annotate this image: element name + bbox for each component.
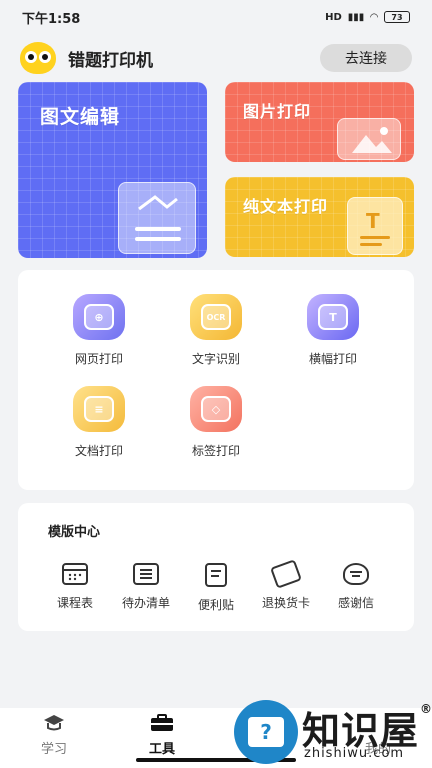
banner-text-icon: T	[307, 294, 359, 340]
tool-label-doc-print: 文档打印	[74, 444, 123, 458]
tag-icon: ◇	[190, 386, 242, 432]
banner-glyph: T	[318, 304, 348, 330]
tool-label-banner-print: 横幅打印	[308, 352, 357, 366]
watermark-site: zhishiwu.com	[304, 746, 405, 761]
tab-label-study: 学习	[40, 742, 67, 757]
card-title-edit: 图文编辑	[40, 106, 121, 128]
help-monitor-icon: ?	[234, 700, 298, 764]
template-thank-you[interactable]: 感谢信	[323, 563, 389, 611]
text-document-icon: T	[347, 197, 403, 255]
tab-tools[interactable]: 工具	[127, 714, 197, 757]
connect-button[interactable]: 去连接	[320, 44, 412, 72]
image-text-edit-card[interactable]: 图文编辑	[18, 82, 207, 258]
app-title: 错题打印机	[68, 50, 153, 71]
template-center-panel: 模版中心 课程表 待办清单 便利贴 退换货卡 感谢信	[18, 503, 414, 631]
tool-label-web-print: 网页打印	[74, 352, 123, 366]
tab-label-tools: 工具	[148, 742, 175, 757]
heart-letter-icon	[343, 563, 369, 585]
image-print-card[interactable]: 图片打印	[225, 82, 414, 162]
template-label-schedule: 课程表	[56, 596, 93, 610]
card-title-image-print: 图片打印	[243, 102, 312, 121]
calendar-icon	[62, 563, 88, 585]
tool-label-tag-print: 标签打印	[191, 444, 240, 458]
return-tag-icon	[270, 559, 302, 589]
tool-ocr[interactable]: OCR 文字识别	[171, 294, 261, 367]
ocr-glyph: OCR	[201, 304, 231, 330]
status-time: 下午1:58	[22, 11, 81, 27]
battery-level: 73	[391, 12, 403, 22]
template-sticky-note[interactable]: 便利贴	[183, 563, 249, 613]
watermark: ? 知识屋 ® zhishiwu.com	[234, 700, 432, 768]
tools-panel: ⊕ 网页打印 OCR 文字识别 T 横幅打印 ≡ 文档打印 ◇ 标签打印	[18, 270, 414, 490]
template-label-todo: 待办清单	[121, 596, 170, 610]
signal-icon: ▮▮▮	[347, 11, 365, 23]
card-title-text-print: 纯文本打印	[243, 197, 329, 216]
document-icon: ≡	[73, 386, 125, 432]
template-center-title: 模版中心	[48, 525, 101, 540]
wifi-icon: ◠	[370, 11, 378, 23]
app-brand: 错题打印机	[20, 42, 153, 74]
picture-document-icon	[118, 182, 196, 254]
app-header: 错题打印机 去连接	[20, 38, 412, 78]
template-label-thank-you: 感谢信	[337, 596, 374, 610]
doc-glyph: ≡	[84, 396, 114, 422]
ocr-scan-icon: OCR	[190, 294, 242, 340]
web-glyph: ⊕	[84, 304, 114, 330]
checklist-icon	[133, 563, 159, 585]
toolbox-icon	[150, 714, 174, 732]
template-todo[interactable]: 待办清单	[113, 563, 179, 611]
tab-study[interactable]: 学习	[19, 714, 89, 757]
web-monitor-icon: ⊕	[73, 294, 125, 340]
status-bar: 下午1:58 HD ▮▮▮ ◠ 73	[0, 0, 432, 34]
network-label: HD	[325, 11, 342, 23]
tool-doc-print[interactable]: ≡ 文档打印	[54, 386, 144, 459]
status-icons: HD ▮▮▮ ◠ 73	[325, 11, 410, 23]
sticky-note-icon	[205, 563, 227, 587]
graduation-cap-icon	[42, 714, 66, 732]
template-schedule[interactable]: 课程表	[42, 563, 108, 611]
tool-web-print[interactable]: ⊕ 网页打印	[54, 294, 144, 367]
tool-tag-print[interactable]: ◇ 标签打印	[171, 386, 261, 459]
template-label-return-card: 退换货卡	[261, 596, 310, 610]
svg-text:T: T	[366, 209, 380, 233]
template-label-sticky-note: 便利贴	[197, 598, 234, 612]
battery-icon: 73	[384, 11, 410, 23]
image-icon	[337, 118, 401, 160]
tool-banner-print[interactable]: T 横幅打印	[288, 294, 378, 367]
tool-label-ocr: 文字识别	[191, 352, 240, 366]
tag-glyph: ◇	[201, 396, 231, 422]
template-return-card[interactable]: 退换货卡	[253, 559, 319, 611]
text-print-card[interactable]: 纯文本打印 T	[225, 177, 414, 257]
app-logo-icon	[20, 42, 56, 74]
watermark-registered-mark: ®	[420, 702, 432, 716]
